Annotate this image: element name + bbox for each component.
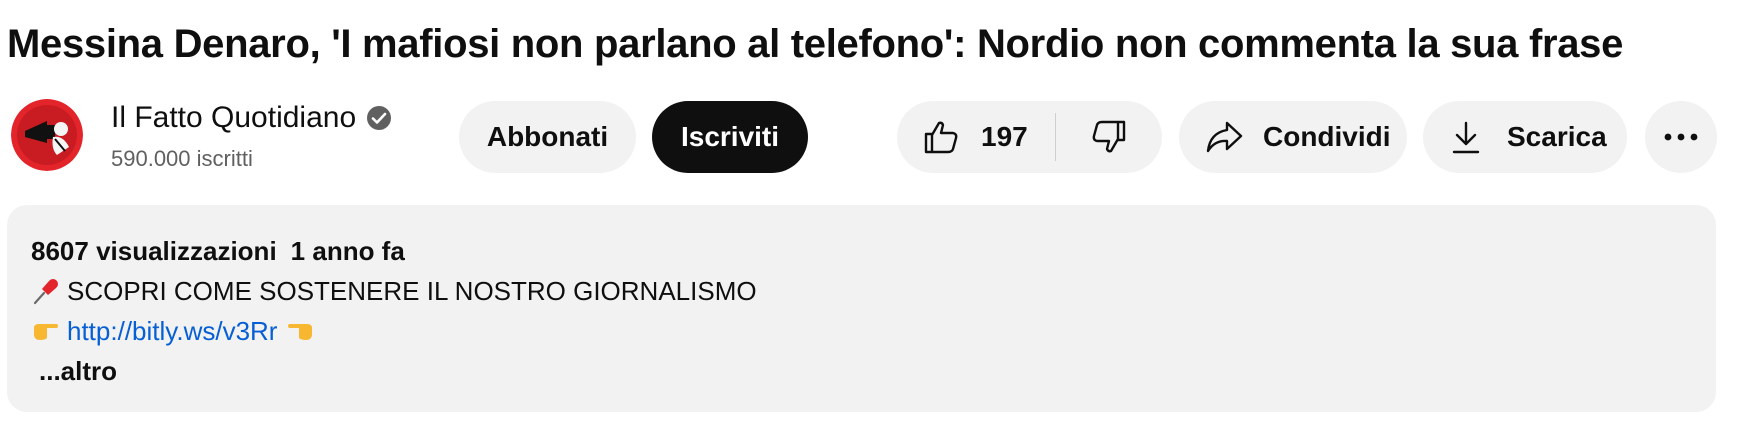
- pointing-left-icon: [288, 324, 313, 340]
- channel-name-text[interactable]: Il Fatto Quotidiano: [111, 101, 356, 135]
- description-line-more: ...altro: [31, 351, 1692, 391]
- more-horizontal-icon: [1663, 132, 1699, 142]
- subscriber-count: 590.000 iscritti: [111, 146, 253, 171]
- like-count: 197: [981, 121, 1028, 152]
- download-label: Scarica: [1507, 121, 1607, 152]
- share-label: Condividi: [1263, 121, 1391, 152]
- verified-check-icon: [367, 106, 392, 130]
- description-meta: 8607 visualizzazioni 1 anno fa: [31, 231, 1692, 271]
- download-button[interactable]: Scarica: [1423, 101, 1627, 173]
- download-icon: [1451, 117, 1481, 157]
- share-arrow-icon: [1203, 117, 1245, 157]
- subscribe-button[interactable]: Iscriviti: [652, 101, 808, 173]
- description-line-support: SCOPRI COME SOSTENERE IL NOSTRO GIORNALI…: [31, 271, 1692, 311]
- description-line-link: http://bitly.ws/v3Rr: [31, 311, 1692, 351]
- description-box[interactable]: 8607 visualizzazioni 1 anno fa SCOPRI CO…: [7, 205, 1716, 412]
- show-more-button[interactable]: ...altro: [39, 351, 117, 391]
- pointing-right-icon: [34, 324, 58, 340]
- thumbs-up-icon: [921, 117, 961, 157]
- channel-name[interactable]: Il Fatto Quotidiano: [111, 101, 392, 135]
- view-count: 8607 visualizzazioni: [31, 236, 277, 266]
- video-title: Messina Denaro, 'I mafiosi non parlano a…: [7, 22, 1624, 66]
- dislike-button[interactable]: [1056, 101, 1162, 173]
- upload-date: 1 anno fa: [290, 236, 405, 266]
- thumbs-down-icon: [1089, 117, 1129, 157]
- support-text: SCOPRI COME SOSTENERE IL NOSTRO GIORNALI…: [67, 276, 757, 306]
- like-dislike-group: 197: [897, 101, 1162, 173]
- like-button[interactable]: 197: [897, 101, 1055, 173]
- megaphone-logo-icon: [11, 99, 83, 171]
- share-button[interactable]: Condividi: [1179, 101, 1407, 173]
- more-actions-button[interactable]: [1645, 101, 1717, 173]
- pushpin-icon: [33, 279, 58, 305]
- support-link[interactable]: http://bitly.ws/v3Rr: [67, 311, 277, 351]
- join-button[interactable]: Abbonati: [459, 101, 636, 173]
- channel-avatar[interactable]: [11, 99, 83, 171]
